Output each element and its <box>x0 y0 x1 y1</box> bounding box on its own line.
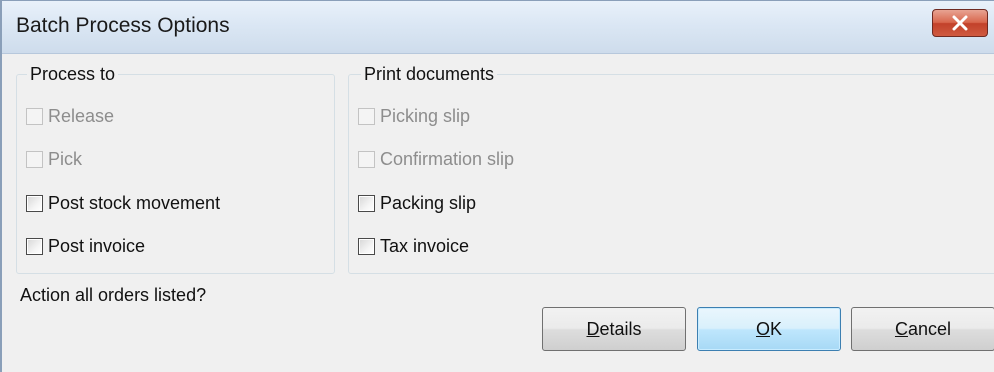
tax-invoice-checkbox[interactable]: Tax invoice <box>358 234 469 258</box>
confirmation-slip-checkbox-label: Confirmation slip <box>380 148 515 169</box>
details-button[interactable]: Details <box>542 307 686 351</box>
close-button[interactable] <box>932 9 988 37</box>
ok-button-mnemonic: O <box>755 318 770 339</box>
post-invoice-checkbox-box[interactable] <box>26 237 43 255</box>
process-to-legend: Process to <box>27 63 119 85</box>
post-invoice-checkbox-label: Post invoice <box>48 235 146 256</box>
picking-slip-checkbox-box[interactable] <box>358 107 375 125</box>
tax-invoice-checkbox-label: Tax invoice <box>380 235 470 256</box>
ok-button[interactable]: OK <box>697 307 841 351</box>
release-checkbox[interactable]: Release <box>26 104 114 128</box>
post-stock-movement-checkbox-label: Post stock movement <box>48 192 221 213</box>
picking-slip-checkbox-label: Picking slip <box>380 105 471 126</box>
picking-slip-checkbox[interactable]: Picking slip <box>358 104 470 128</box>
post-stock-movement-checkbox-box[interactable] <box>26 194 43 212</box>
packing-slip-checkbox-box[interactable] <box>358 194 375 212</box>
batch-process-options-dialog: Batch Process Options Process to Release… <box>0 0 994 372</box>
pick-checkbox[interactable]: Pick <box>26 147 82 171</box>
close-icon <box>952 15 968 31</box>
tax-invoice-checkbox-box[interactable] <box>358 237 375 255</box>
post-stock-movement-checkbox[interactable]: Post stock movement <box>26 191 220 215</box>
release-checkbox-label: Release <box>48 105 115 126</box>
pick-checkbox-box[interactable] <box>26 150 43 168</box>
details-button-label: etails <box>599 318 642 339</box>
title-bar[interactable]: Batch Process Options <box>2 1 994 54</box>
window-title: Batch Process Options <box>16 14 230 37</box>
print-documents-legend: Print documents <box>361 63 498 85</box>
confirmation-slip-checkbox-box[interactable] <box>358 150 375 168</box>
packing-slip-checkbox-label: Packing slip <box>380 192 477 213</box>
post-invoice-checkbox[interactable]: Post invoice <box>26 234 145 258</box>
cancel-button-label: ancel <box>907 318 952 339</box>
pick-checkbox-label: Pick <box>48 148 83 169</box>
cancel-button[interactable]: Cancel <box>851 307 994 351</box>
ok-button-label: K <box>770 318 783 339</box>
action-all-orders-prompt: Action all orders listed? <box>20 285 207 305</box>
packing-slip-checkbox[interactable]: Packing slip <box>358 191 476 215</box>
cancel-button-mnemonic: C <box>894 318 908 339</box>
release-checkbox-box[interactable] <box>26 107 43 125</box>
details-button-mnemonic: D <box>586 318 600 339</box>
confirmation-slip-checkbox[interactable]: Confirmation slip <box>358 147 514 171</box>
